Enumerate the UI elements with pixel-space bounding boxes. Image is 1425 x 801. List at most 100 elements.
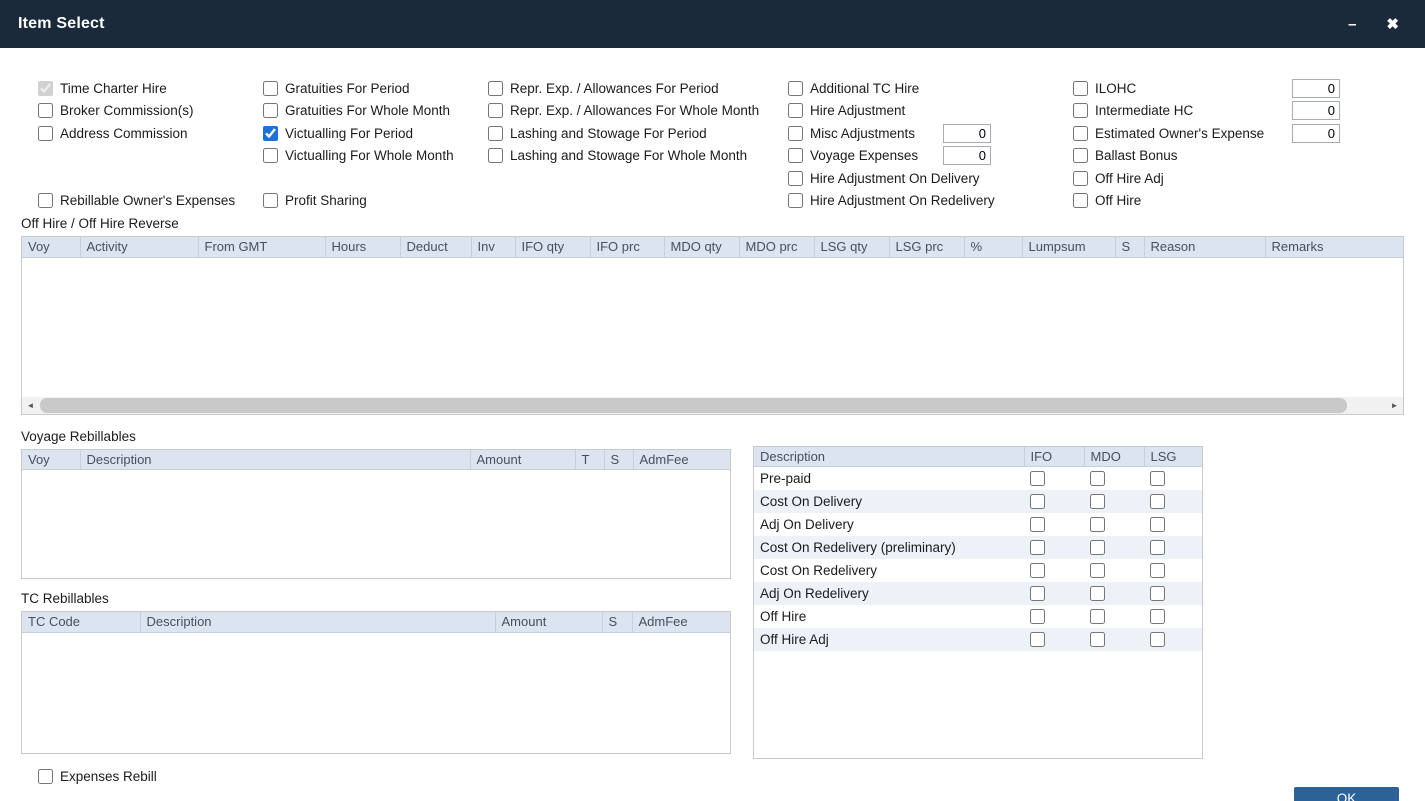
off-hire-checkbox[interactable] <box>1073 193 1088 208</box>
horizontal-scrollbar[interactable]: ◄ ► <box>22 397 1403 414</box>
cost-on-redelivery-mdo-checkbox[interactable] <box>1090 563 1105 578</box>
column-header-ifo: IFO <box>1024 447 1084 467</box>
ballast-bonus-checkbox[interactable] <box>1073 148 1088 163</box>
checkbox-hire-adjustment-on-redelivery[interactable]: Hire Adjustment On Redelivery <box>788 190 1073 213</box>
close-icon[interactable]: ✖ <box>1386 17 1399 32</box>
address-commission-checkbox[interactable] <box>38 126 53 141</box>
cost-on-redelivery-preliminary-mdo-checkbox[interactable] <box>1090 540 1105 555</box>
scrollbar-thumb[interactable] <box>40 398 1347 413</box>
footer-actions: OK <box>21 787 1404 801</box>
rebillable-owners-expenses-checkbox[interactable] <box>38 193 53 208</box>
intermediate-hc-amount-input[interactable] <box>1292 101 1340 120</box>
checkbox-repr-exp-for-period[interactable]: Repr. Exp. / Allowances For Period <box>488 77 788 100</box>
checkbox-gratuities-for-period[interactable]: Gratuities For Period <box>263 77 488 100</box>
misc-adjustments-amount-input[interactable] <box>943 124 991 143</box>
scroll-left-icon[interactable]: ◄ <box>22 397 39 414</box>
checkbox-off-hire[interactable]: Off Hire <box>1073 190 1404 213</box>
checkbox-repr-exp-for-whole-month[interactable]: Repr. Exp. / Allowances For Whole Month <box>488 100 788 123</box>
hire-adjustment-on-delivery-checkbox[interactable] <box>788 171 803 186</box>
off-hire-adj-mdo-checkbox[interactable] <box>1090 632 1105 647</box>
voyage-expenses-amount-input[interactable] <box>943 146 991 165</box>
cost-on-redelivery-lsg-checkbox[interactable] <box>1150 563 1165 578</box>
ok-button[interactable]: OK <box>1294 787 1399 801</box>
cost-on-redelivery-preliminary-lsg-checkbox[interactable] <box>1150 540 1165 555</box>
cost-on-delivery-mdo-checkbox[interactable] <box>1090 494 1105 509</box>
checkbox-expenses-rebill[interactable]: Expenses Rebill <box>21 767 1404 787</box>
profit-sharing-checkbox[interactable] <box>263 193 278 208</box>
lashing-stowage-for-whole-month-checkbox[interactable] <box>488 148 503 163</box>
checkbox-lashing-stowage-for-period[interactable]: Lashing and Stowage For Period <box>488 122 788 145</box>
misc-adjustments-checkbox[interactable] <box>788 126 803 141</box>
checkbox-time-charter-hire[interactable]: Time Charter Hire <box>38 77 263 100</box>
checkbox-gratuities-for-whole-month[interactable]: Gratuities For Whole Month <box>263 100 488 123</box>
checkbox-rebillable-owners-expenses[interactable]: Rebillable Owner's Expenses <box>38 190 263 213</box>
off-hire-adj-lsg-checkbox[interactable] <box>1150 632 1165 647</box>
voyage-rebillables-table: Voy Description Amount T S AdmFee <box>22 450 730 471</box>
victualling-for-whole-month-checkbox[interactable] <box>263 148 278 163</box>
gratuities-for-whole-month-checkbox[interactable] <box>263 103 278 118</box>
cost-on-delivery-ifo-checkbox[interactable] <box>1030 494 1045 509</box>
checkbox-additional-tc-hire[interactable]: Additional TC Hire <box>788 77 1073 100</box>
checkbox-hire-adjustment[interactable]: Hire Adjustment <box>788 100 1073 123</box>
off-hire-adj-checkbox[interactable] <box>1073 171 1088 186</box>
gratuities-for-period-checkbox[interactable] <box>263 81 278 96</box>
pre-paid-ifo-checkbox[interactable] <box>1030 471 1045 486</box>
checkbox-intermediate-hc-row: Intermediate HC <box>1073 100 1404 123</box>
voyage-rebillables-body-empty <box>22 470 730 578</box>
pre-paid-lsg-checkbox[interactable] <box>1150 471 1165 486</box>
voyage-rebillables-label: Voyage Rebillables <box>21 428 731 446</box>
checkbox-column-4: Additional TC Hire Hire Adjustment Misc … <box>788 77 1073 212</box>
checkbox-victualling-for-period[interactable]: Victualling For Period <box>263 122 488 145</box>
off-hire-lsg-checkbox[interactable] <box>1150 609 1165 624</box>
repr-exp-for-whole-month-checkbox[interactable] <box>488 103 503 118</box>
cost-on-redelivery-ifo-checkbox[interactable] <box>1030 563 1045 578</box>
page-title: Item Select <box>18 15 105 33</box>
adj-on-redelivery-lsg-checkbox[interactable] <box>1150 586 1165 601</box>
column-header-lsg-qty: LSG qty <box>814 237 889 257</box>
estimated-owners-expense-checkbox[interactable] <box>1073 126 1088 141</box>
checkbox-lashing-stowage-for-whole-month[interactable]: Lashing and Stowage For Whole Month <box>488 145 788 168</box>
estimated-owners-expense-amount-input[interactable] <box>1292 124 1340 143</box>
rebillables-column: Voyage Rebillables Voy Description Amoun… <box>21 425 731 754</box>
checkbox-label: Estimated Owner's Expense <box>1095 126 1264 141</box>
repr-exp-for-period-checkbox[interactable] <box>488 81 503 96</box>
checkbox-victualling-for-whole-month[interactable]: Victualling For Whole Month <box>263 145 488 168</box>
column-header-lsg: LSG <box>1144 447 1202 467</box>
off-hire-ifo-checkbox[interactable] <box>1030 609 1045 624</box>
off-hire-mdo-checkbox[interactable] <box>1090 609 1105 624</box>
checkbox-broker-commissions[interactable]: Broker Commission(s) <box>38 100 263 123</box>
cost-on-redelivery-preliminary-ifo-checkbox[interactable] <box>1030 540 1045 555</box>
intermediate-hc-checkbox[interactable] <box>1073 103 1088 118</box>
lashing-stowage-for-period-checkbox[interactable] <box>488 126 503 141</box>
adj-on-delivery-ifo-checkbox[interactable] <box>1030 517 1045 532</box>
column-header-amount: Amount <box>495 612 602 632</box>
ilohc-checkbox[interactable] <box>1073 81 1088 96</box>
minimize-icon[interactable]: – <box>1348 17 1356 32</box>
column-header-description: Description <box>80 450 470 470</box>
adj-on-redelivery-ifo-checkbox[interactable] <box>1030 586 1045 601</box>
scroll-right-icon[interactable]: ► <box>1386 397 1403 414</box>
hire-adjustment-checkbox[interactable] <box>788 103 803 118</box>
additional-tc-hire-checkbox[interactable] <box>788 81 803 96</box>
off-hire-adj-ifo-checkbox[interactable] <box>1030 632 1045 647</box>
broker-commissions-checkbox[interactable] <box>38 103 53 118</box>
cost-on-delivery-lsg-checkbox[interactable] <box>1150 494 1165 509</box>
pre-paid-mdo-checkbox[interactable] <box>1090 471 1105 486</box>
checkbox-label: Lashing and Stowage For Whole Month <box>510 148 747 163</box>
adj-on-delivery-mdo-checkbox[interactable] <box>1090 517 1105 532</box>
adj-on-delivery-lsg-checkbox[interactable] <box>1150 517 1165 532</box>
checkbox-hire-adjustment-on-delivery[interactable]: Hire Adjustment On Delivery <box>788 167 1073 190</box>
checkbox-address-commission[interactable]: Address Commission <box>38 122 263 145</box>
checkbox-label: Hire Adjustment <box>810 103 905 118</box>
checkbox-label: Intermediate HC <box>1095 103 1193 118</box>
checkbox-profit-sharing[interactable]: Profit Sharing <box>263 190 488 213</box>
voyage-expenses-checkbox[interactable] <box>788 148 803 163</box>
victualling-for-period-checkbox[interactable] <box>263 126 278 141</box>
checkbox-off-hire-adj[interactable]: Off Hire Adj <box>1073 167 1404 190</box>
hire-adjustment-on-redelivery-checkbox[interactable] <box>788 193 803 208</box>
adj-on-redelivery-mdo-checkbox[interactable] <box>1090 586 1105 601</box>
expenses-rebill-checkbox[interactable] <box>38 769 53 784</box>
checkbox-label: Address Commission <box>60 126 188 141</box>
checkbox-ballast-bonus[interactable]: Ballast Bonus <box>1073 145 1404 168</box>
ilohc-amount-input[interactable] <box>1292 79 1340 98</box>
